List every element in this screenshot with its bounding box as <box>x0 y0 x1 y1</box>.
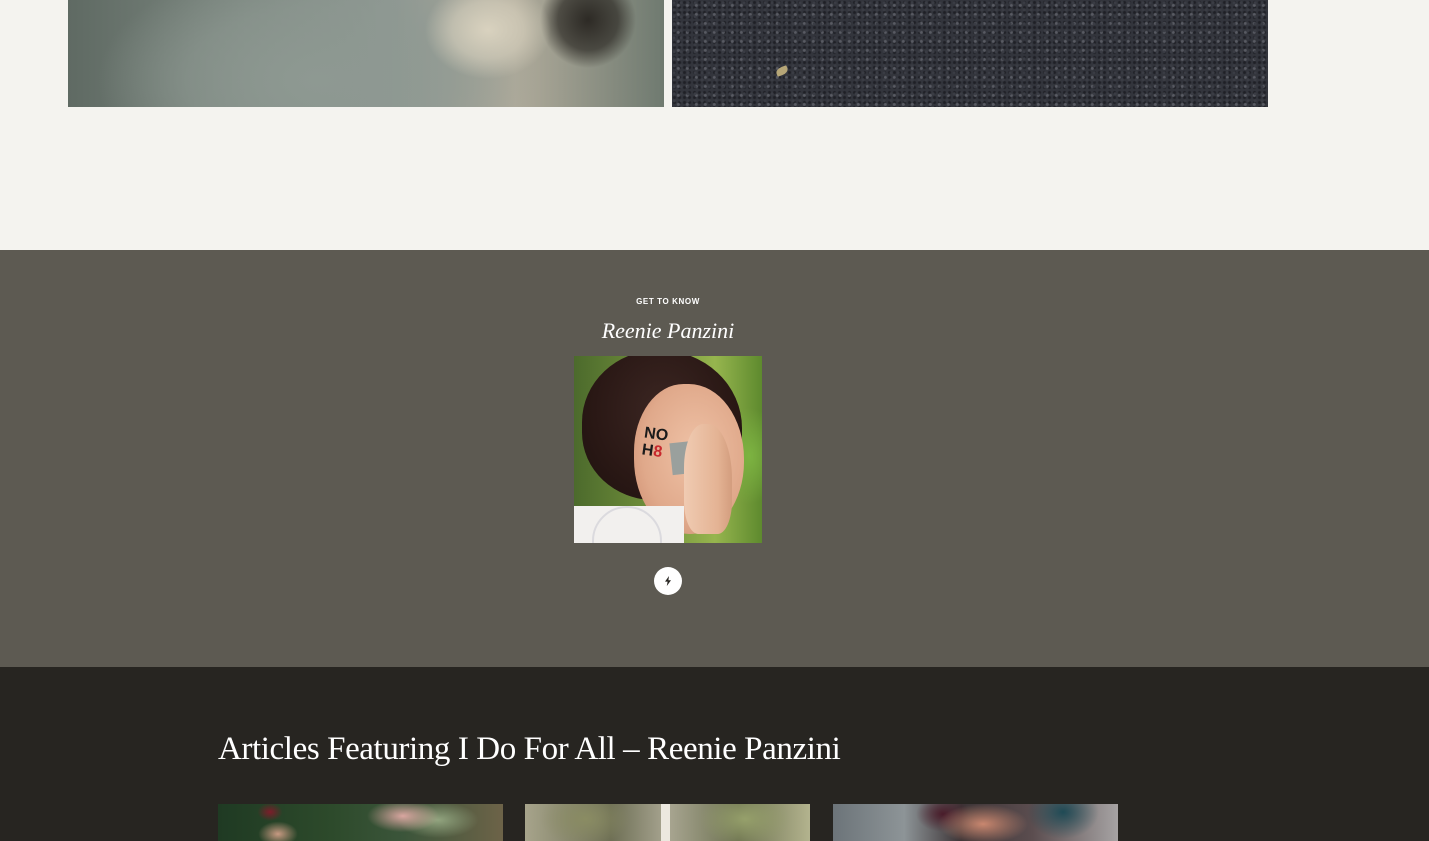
article-card-2[interactable] <box>525 804 810 841</box>
vendor-photo: NO H8 <box>574 356 762 543</box>
gallery-photo[interactable] <box>68 0 664 107</box>
section-eyebrow: GET TO KNOW <box>636 297 700 306</box>
vendor-profile-section: GET TO KNOW Reenie Panzini NO H8 <box>0 250 1429 667</box>
social-link-button[interactable] <box>654 567 682 595</box>
photo-face-text: NO H8 <box>640 424 670 462</box>
articles-section: Articles Featuring I Do For All – Reenie… <box>0 667 1429 841</box>
photo-hands <box>684 424 732 534</box>
bolt-icon <box>665 576 671 586</box>
gallery-row <box>0 0 1429 250</box>
articles-heading: Articles Featuring I Do For All – Reenie… <box>218 731 841 767</box>
article-card-1[interactable] <box>218 804 503 841</box>
gallery-photo[interactable] <box>672 0 1268 107</box>
article-card-3[interactable] <box>833 804 1118 841</box>
vendor-name: Reenie Panzini <box>601 318 735 343</box>
